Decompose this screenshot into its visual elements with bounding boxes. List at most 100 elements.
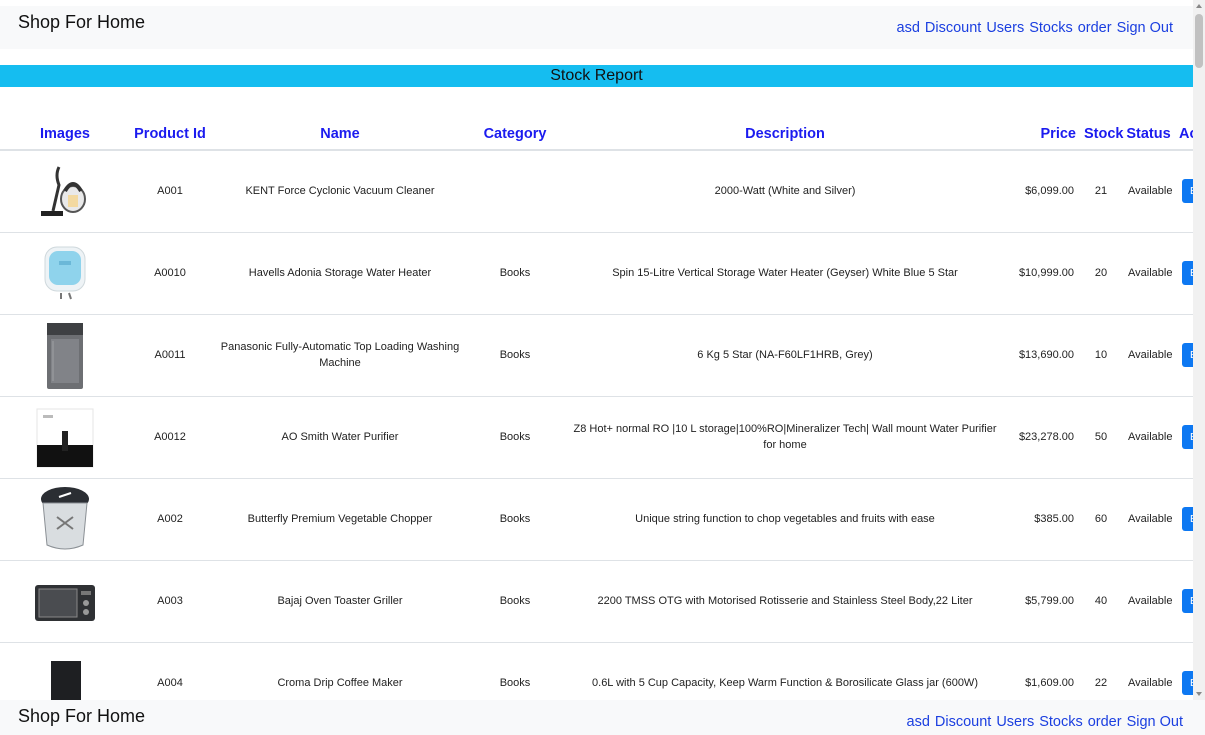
product-category	[470, 150, 560, 233]
product-description: Unique string function to chop vegetable…	[560, 478, 1010, 561]
scroll-thumb[interactable]	[1195, 14, 1203, 68]
product-description: Z8 Hot+ normal RO |10 L storage|100%RO|M…	[560, 396, 1010, 479]
product-price: $5,799.00	[1010, 560, 1080, 643]
edit-button[interactable]: Edit	[1181, 507, 1193, 531]
nav-links: asd Discount Users Stocks order Sign Out	[892, 20, 1173, 36]
product-price: $1,609.00	[1010, 642, 1080, 700]
header-action: Action	[1175, 100, 1193, 151]
nav-link-sign-out[interactable]: Sign Out	[1117, 20, 1173, 36]
footer-link-users[interactable]: Users	[996, 714, 1034, 730]
edit-button[interactable]: Edit	[1181, 261, 1193, 285]
coffee-maker-image	[29, 647, 101, 700]
stock-table: Images Product Id Name Category Descript…	[0, 100, 1193, 700]
product-price: $385.00	[1010, 478, 1080, 561]
product-id: A001	[130, 150, 210, 233]
product-description: 0.6L with 5 Cup Capacity, Keep Warm Func…	[560, 642, 1010, 700]
oven-toaster-image	[29, 565, 101, 637]
product-id: A0010	[130, 232, 210, 315]
edit-button[interactable]: Edit	[1181, 589, 1193, 613]
table-row: A0010 Havells Adonia Storage Water Heate…	[0, 232, 1193, 315]
header-product-id: Product Id	[130, 100, 210, 151]
water-purifier-image	[29, 401, 101, 473]
product-id: A0012	[130, 396, 210, 479]
product-stock: 40	[1080, 560, 1122, 643]
product-name: AO Smith Water Purifier	[210, 396, 470, 479]
viewport: Shop For Home asd Discount Users Stocks orde…	[0, 0, 1205, 735]
footer-link-stocks[interactable]: Stocks	[1039, 714, 1083, 730]
product-category: Books	[470, 560, 560, 643]
footer-link-order[interactable]: order	[1088, 714, 1122, 730]
product-price: $10,999.00	[1010, 232, 1080, 315]
product-id: A0011	[130, 314, 210, 397]
page-content: Shop For Home asd Discount Users Stocks orde…	[0, 0, 1193, 700]
product-status: Available	[1122, 314, 1175, 397]
footer-link-asd[interactable]: asd	[907, 714, 930, 730]
product-status: Available	[1122, 232, 1175, 315]
water-heater-image	[29, 237, 101, 309]
header-category: Category	[470, 100, 560, 151]
nav-link-asd[interactable]: asd	[897, 20, 920, 36]
vegetable-chopper-image	[29, 483, 101, 555]
nav-link-order[interactable]: order	[1078, 20, 1112, 36]
product-name: Panasonic Fully-Automatic Top Loading Wa…	[210, 314, 470, 397]
header-images: Images	[0, 100, 130, 151]
product-status: Available	[1122, 150, 1175, 233]
product-name: KENT Force Cyclonic Vacuum Cleaner	[210, 150, 470, 233]
bottom-navbar: Shop For Home asd Discount Users Stocks orde…	[0, 700, 1205, 735]
vertical-scrollbar[interactable]	[1193, 0, 1205, 700]
product-status: Available	[1122, 478, 1175, 561]
product-category: Books	[470, 642, 560, 700]
edit-button[interactable]: Edit	[1181, 179, 1193, 204]
header-description: Description	[560, 100, 1010, 151]
edit-button[interactable]: Edit	[1181, 425, 1193, 449]
product-stock: 21	[1080, 150, 1122, 233]
product-stock: 50	[1080, 396, 1122, 479]
top-navbar: Shop For Home asd Discount Users Stocks orde…	[0, 6, 1193, 49]
product-category: Books	[470, 314, 560, 397]
product-stock: 20	[1080, 232, 1122, 315]
header-price: Price	[1010, 100, 1080, 151]
brand-logo[interactable]: Shop For Home	[18, 12, 145, 33]
product-name: Butterfly Premium Vegetable Chopper	[210, 478, 470, 561]
product-price: $6,099.00	[1010, 150, 1080, 233]
product-status: Available	[1122, 560, 1175, 643]
product-description: 2000-Watt (White and Silver)	[560, 150, 1010, 233]
product-stock: 22	[1080, 642, 1122, 700]
product-category: Books	[470, 396, 560, 479]
header-status: Status	[1122, 100, 1175, 151]
nav-link-stocks[interactable]: Stocks	[1029, 20, 1073, 36]
product-status: Available	[1122, 396, 1175, 479]
edit-button[interactable]: Edit	[1181, 343, 1193, 367]
product-description: Spin 15-Litre Vertical Storage Water Hea…	[560, 232, 1010, 315]
header-stock: Stock	[1080, 100, 1124, 151]
vacuum-cleaner-image	[29, 155, 101, 227]
scroll-down-arrow-icon[interactable]	[1196, 692, 1202, 696]
footer-brand-logo[interactable]: Shop For Home	[18, 706, 145, 727]
table-row: A004 Croma Drip Coffee Maker Books 0.6L …	[0, 642, 1193, 700]
scroll-up-arrow-icon[interactable]	[1196, 4, 1202, 8]
footer-nav-links: asd Discount Users Stocks order Sign Out	[902, 714, 1183, 730]
footer-link-sign-out[interactable]: Sign Out	[1127, 714, 1183, 730]
edit-button[interactable]: Edit	[1181, 671, 1193, 695]
table-header-row: Images Product Id Name Category Descript…	[0, 100, 1193, 151]
table-row: A0012 AO Smith Water Purifier Books Z8 H…	[0, 396, 1193, 479]
table-row: A001 KENT Force Cyclonic Vacuum Cleaner …	[0, 150, 1193, 233]
product-name: Bajaj Oven Toaster Griller	[210, 560, 470, 643]
product-price: $23,278.00	[1010, 396, 1080, 479]
nav-link-discount[interactable]: Discount	[925, 20, 981, 36]
header-name: Name	[210, 100, 470, 151]
footer-link-discount[interactable]: Discount	[935, 714, 991, 730]
product-category: Books	[470, 232, 560, 315]
nav-link-users[interactable]: Users	[986, 20, 1024, 36]
washing-machine-image	[29, 319, 101, 391]
product-name: Havells Adonia Storage Water Heater	[210, 232, 470, 315]
product-description: 2200 TMSS OTG with Motorised Rotisserie …	[560, 560, 1010, 643]
stock-report-banner: Stock Report	[0, 65, 1193, 87]
product-category: Books	[470, 478, 560, 561]
product-id: A003	[130, 560, 210, 643]
product-id: A002	[130, 478, 210, 561]
product-price: $13,690.00	[1010, 314, 1080, 397]
product-description: 6 Kg 5 Star (NA-F60LF1HRB, Grey)	[560, 314, 1010, 397]
product-id: A004	[130, 642, 210, 700]
table-row: A002 Butterfly Premium Vegetable Chopper…	[0, 478, 1193, 561]
